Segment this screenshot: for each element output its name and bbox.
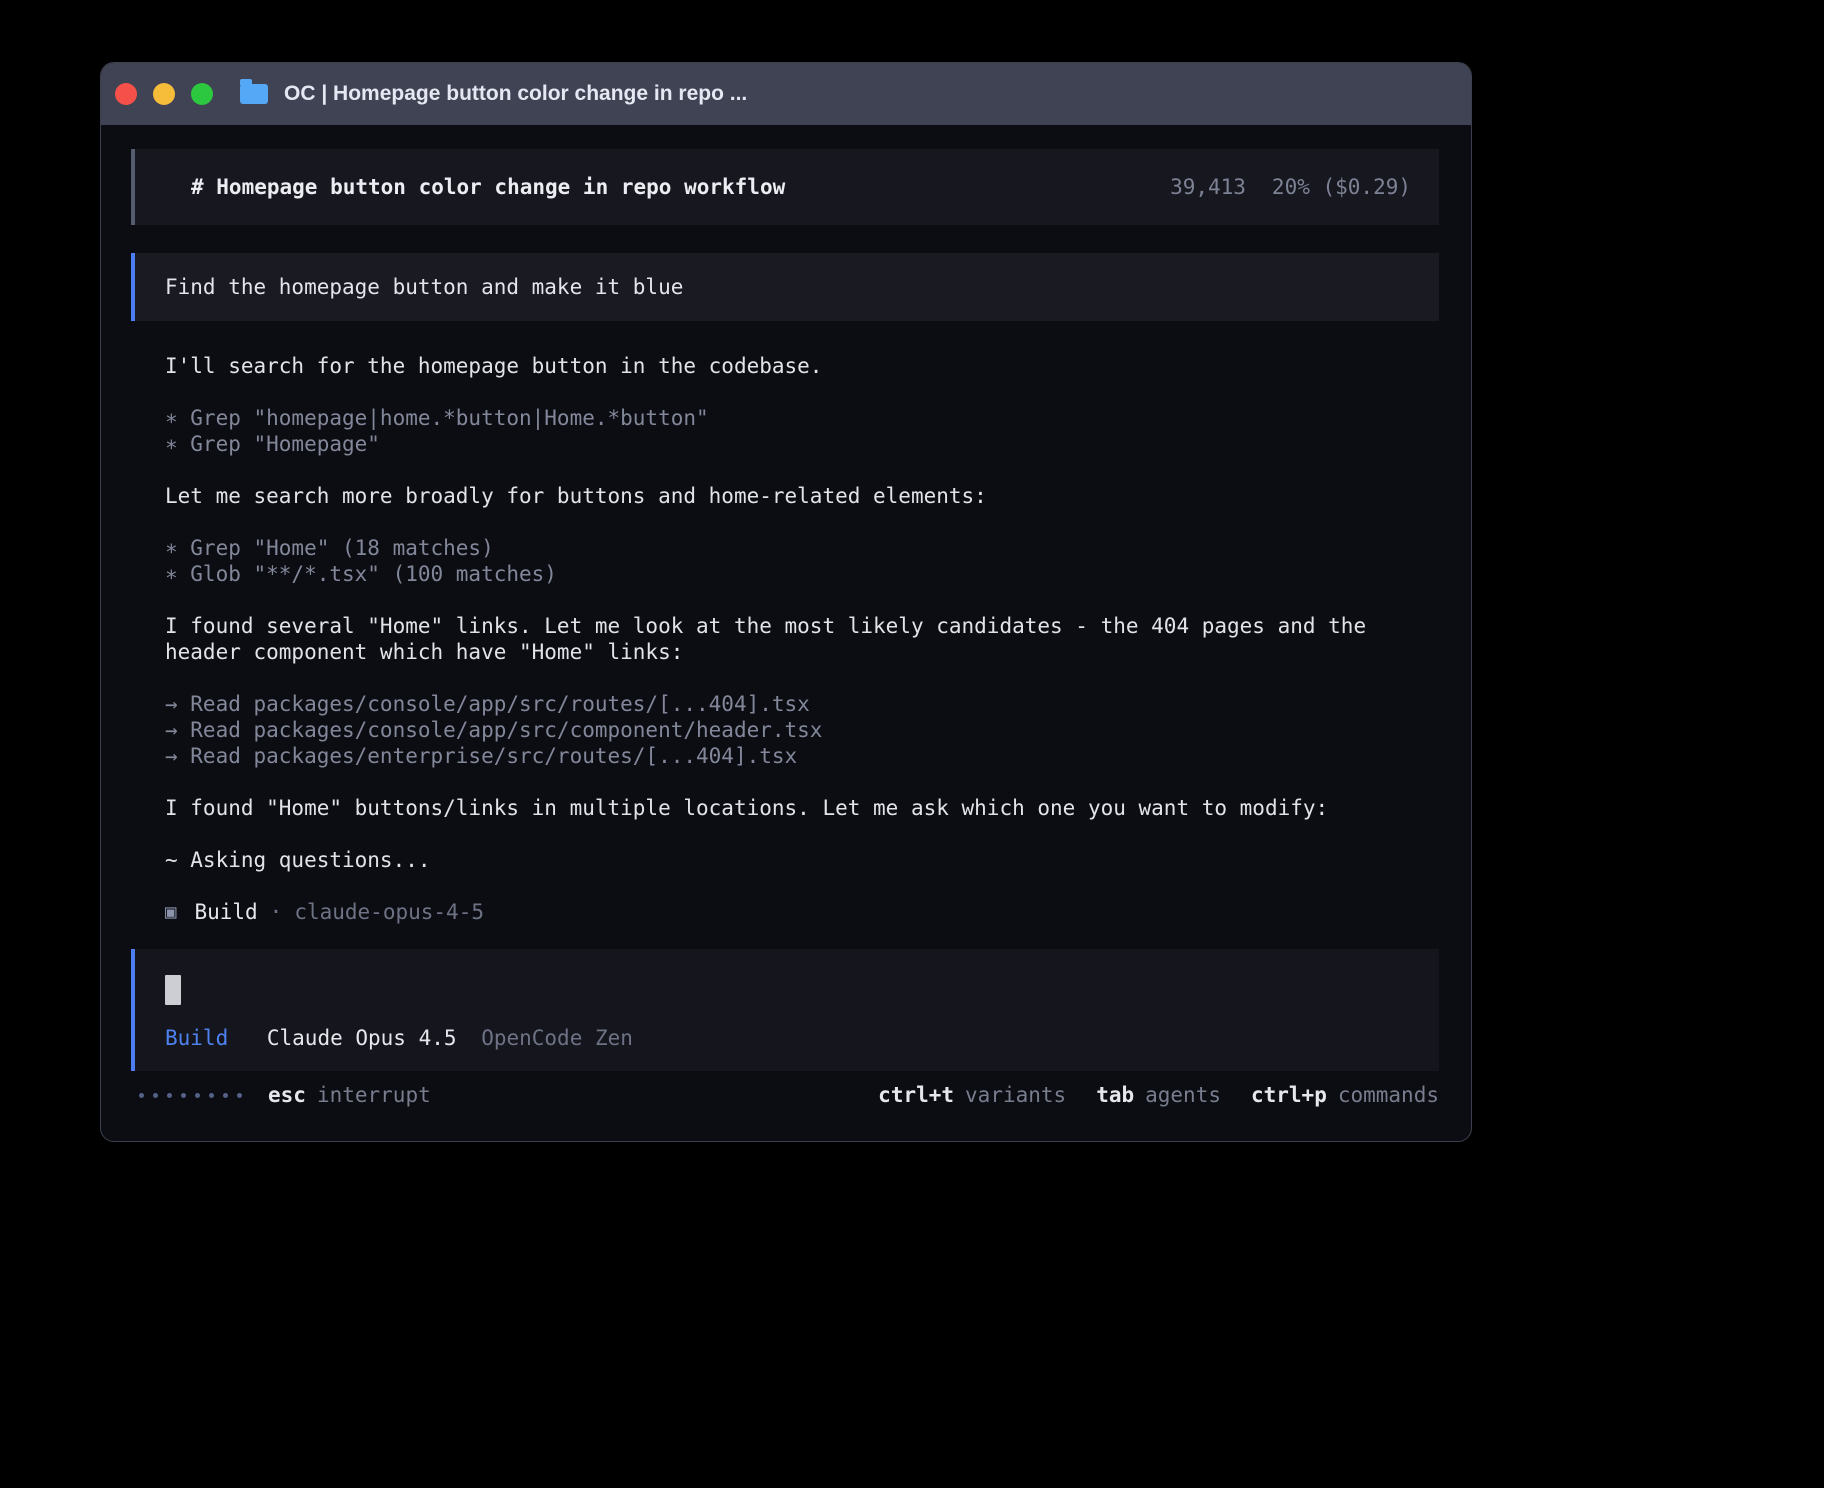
traffic-lights (113, 83, 213, 105)
tool-call-grep: ∗ Grep "Homepage" (165, 431, 1409, 457)
shortcut-key: ctrl+t (878, 1083, 954, 1107)
shortcut-agents: tab agents (1096, 1083, 1221, 1107)
session-stats: 39,413 20% ($0.29) (1170, 175, 1411, 199)
assistant-working-status: ~ Asking questions... (165, 847, 1409, 873)
terminal-window: OC | Homepage button color change in rep… (100, 62, 1472, 1142)
tool-call-grep: ∗ Grep "Home" (18 matches) (165, 535, 1409, 561)
window-title: OC | Homepage button color change in rep… (284, 82, 747, 106)
agent-status-line: ▣ Build · claude-opus-4-5 (165, 899, 1409, 925)
session-title: # Homepage button color change in repo w… (191, 175, 785, 199)
user-message-text: Find the homepage button and make it blu… (165, 275, 683, 299)
text-cursor (165, 975, 181, 1005)
tool-call-group-2: ∗ Grep "Home" (18 matches) ∗ Glob "**/*.… (165, 535, 1409, 587)
session-header: # Homepage button color change in repo w… (131, 149, 1439, 225)
token-count: 39,413 (1170, 175, 1246, 199)
context-usage: 20% ($0.29) (1272, 175, 1411, 199)
tool-call-group-1: ∗ Grep "homepage|home.*button|Home.*butt… (165, 405, 1409, 457)
shortcut-label: commands (1338, 1083, 1439, 1107)
status-bar: esc interrupt ctrl+t variants tab agents… (131, 1071, 1439, 1119)
assistant-text-candidates: I found several "Home" links. Let me loo… (165, 613, 1409, 665)
status-right: ctrl+t variants tab agents ctrl+p comman… (878, 1083, 1439, 1107)
close-button[interactable] (115, 83, 137, 105)
assistant-text-intro: I'll search for the homepage button in t… (165, 353, 1409, 379)
shortcut-variants: ctrl+t variants (878, 1083, 1066, 1107)
terminal-body: # Homepage button color change in repo w… (101, 125, 1471, 1142)
tool-call-read: → Read packages/console/app/src/componen… (165, 717, 1409, 743)
tool-call-read: → Read packages/enterprise/src/routes/[.… (165, 743, 1409, 769)
shortcut-key: ctrl+p (1251, 1083, 1327, 1107)
maximize-button[interactable] (191, 83, 213, 105)
agent-separator: · (270, 899, 283, 925)
provider-name: OpenCode Zen (481, 1026, 633, 1050)
model-name: Claude Opus 4.5 (267, 1026, 457, 1050)
agent-name: Build (194, 899, 257, 925)
agent-model: claude-opus-4-5 (294, 899, 484, 925)
agent-mode-label[interactable]: Build (165, 1026, 228, 1050)
prompt-input[interactable]: Build Claude Opus 4.5 OpenCode Zen (131, 949, 1439, 1071)
esc-key-hint: esc (268, 1083, 306, 1107)
tool-call-group-reads: → Read packages/console/app/src/routes/[… (165, 691, 1409, 769)
tool-call-read: → Read packages/console/app/src/routes/[… (165, 691, 1409, 717)
assistant-text-ask: I found "Home" buttons/links in multiple… (165, 795, 1409, 821)
titlebar[interactable]: OC | Homepage button color change in rep… (101, 63, 1471, 125)
esc-key-label: interrupt (317, 1083, 431, 1107)
activity-dots-icon (139, 1093, 242, 1098)
folder-icon (240, 84, 268, 104)
shortcut-commands: ctrl+p commands (1251, 1083, 1439, 1107)
shortcut-label: variants (965, 1083, 1066, 1107)
agent-square-icon: ▣ (165, 899, 176, 925)
assistant-text-broaden: Let me search more broadly for buttons a… (165, 483, 1409, 509)
user-message-block: Find the homepage button and make it blu… (131, 253, 1439, 321)
shortcut-label: agents (1145, 1083, 1221, 1107)
minimize-button[interactable] (153, 83, 175, 105)
model-status-line: Build Claude Opus 4.5 OpenCode Zen (165, 1025, 1411, 1051)
tool-call-glob: ∗ Glob "**/*.tsx" (100 matches) (165, 561, 1409, 587)
conversation: I'll search for the homepage button in t… (165, 353, 1409, 925)
status-left: esc interrupt (131, 1083, 431, 1107)
shortcut-key: tab (1096, 1083, 1134, 1107)
tool-call-grep: ∗ Grep "homepage|home.*button|Home.*butt… (165, 405, 1409, 431)
